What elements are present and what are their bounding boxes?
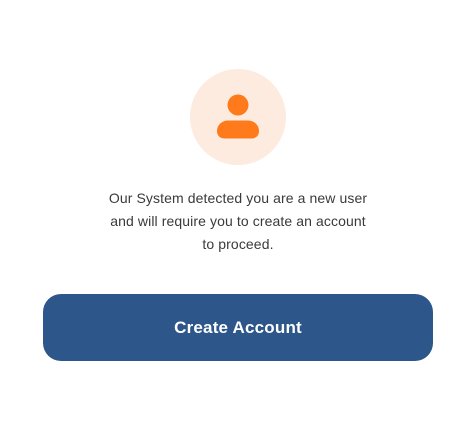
message-line-3: to proceed.: [202, 236, 274, 252]
new-user-message: Our System detected you are a new user a…: [88, 187, 388, 256]
message-line-2: and will require you to create an accoun…: [110, 213, 366, 229]
create-account-button[interactable]: Create Account: [43, 294, 433, 361]
message-line-1: Our System detected you are a new user: [108, 190, 368, 206]
new-user-card: Our System detected you are a new user a…: [0, 0, 476, 424]
avatar: [190, 69, 286, 165]
user-icon: [217, 94, 259, 139]
